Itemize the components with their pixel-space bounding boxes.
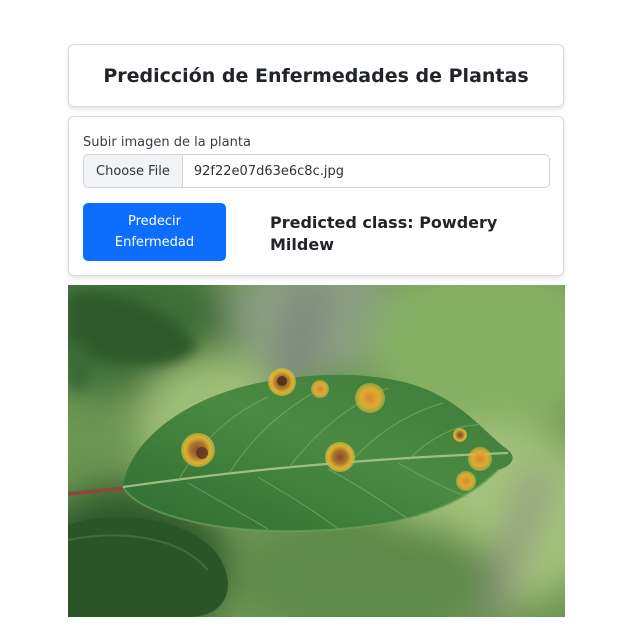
page-title: Predicción de Enfermedades de Plantas (103, 64, 529, 87)
predict-button[interactable]: Predecir Enfermedad (83, 203, 226, 261)
selected-file-name: 92f22e07d63e6c8c.jpg (193, 163, 344, 179)
page: Predicción de Enfermedades de Plantas Su… (0, 0, 631, 631)
choose-file-button[interactable]: Choose File (84, 155, 183, 187)
file-input[interactable]: Choose File 92f22e07d63e6c8c.jpg (83, 154, 550, 188)
title-card: Predicción de Enfermedades de Plantas (68, 44, 564, 107)
upload-form-card: Subir imagen de la planta Choose File 92… (68, 116, 564, 276)
plant-image (68, 285, 565, 617)
prediction-result: Predicted class: Powdery Mildew (270, 213, 498, 254)
upload-label: Subir imagen de la planta (83, 135, 251, 150)
